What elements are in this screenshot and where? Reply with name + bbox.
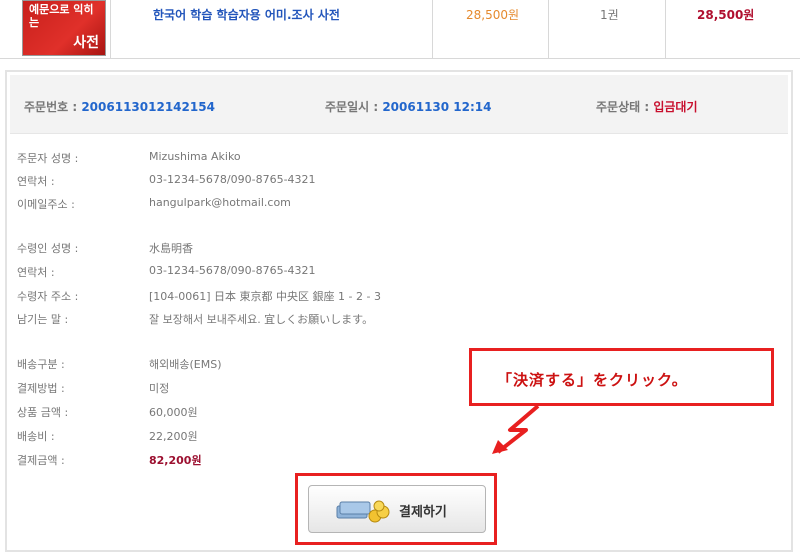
- instruction-text: 「決済する」をクリック。: [497, 371, 688, 389]
- goods-amount-label: 상품 금액 :: [17, 406, 69, 419]
- divider: [665, 0, 666, 58]
- recipient-name-label: 수령인 성명 :: [17, 242, 79, 255]
- pay-button[interactable]: 결제하기: [308, 485, 486, 533]
- shipping-fee-label: 배송비 :: [17, 430, 55, 443]
- recipient-address: [104-0061] 日本 東京都 中央区 銀座 1 - 2 - 3: [149, 290, 381, 303]
- order-number: 주문번호 : 20061130121421​54: [24, 98, 215, 115]
- divider: [548, 0, 549, 58]
- payment-method-label: 결제방법 :: [17, 382, 65, 395]
- divider: [110, 0, 111, 58]
- order-date-value: 20061130 12:14: [382, 100, 492, 114]
- product-name-link[interactable]: 한국어 학습 학습자용 어미.조사 사전: [153, 6, 340, 23]
- shipping-type-label: 배송구분 :: [17, 358, 65, 371]
- goods-amount: 60,000원: [149, 406, 198, 419]
- orderer-phone-label: 연락처 :: [17, 175, 55, 188]
- shipping-fee: 22,200원: [149, 430, 198, 443]
- money-icon: [336, 500, 390, 523]
- shipping-type: 해외배송(EMS): [149, 358, 222, 371]
- product-row: 예문으로 익히는 사전 한국어 학습 학습자용 어미.조사 사전 28,500원…: [0, 0, 800, 59]
- recipient-phone-label: 연락처 :: [17, 266, 55, 279]
- recipient-phone: 03-1234-5678/090-8765-4321: [149, 264, 316, 277]
- total-amount-label: 결제금액 :: [17, 454, 65, 467]
- thumbnail-text: 예문으로 익히는: [29, 3, 94, 29]
- order-status-value: 입금대기: [653, 100, 698, 114]
- total-amount: 82,200원: [149, 454, 202, 467]
- thumbnail-text: 사전: [73, 35, 99, 51]
- order-status-label: 주문상태 :: [596, 100, 650, 114]
- payment-method: 미정: [149, 382, 170, 395]
- recipient-message-label: 남기는 말 :: [17, 313, 69, 326]
- line-total: 28,500원: [697, 8, 755, 22]
- recipient-name: 水島明香: [149, 242, 193, 255]
- arrow-icon: [492, 404, 540, 454]
- orderer-email-label: 이메일주소 :: [17, 198, 75, 211]
- orderer-name-label: 주문자 성명 :: [17, 152, 79, 165]
- order-status: 주문상태 : 입금대기: [596, 98, 698, 115]
- product-thumbnail[interactable]: 예문으로 익히는 사전: [22, 0, 106, 56]
- order-date: 주문일시 : 20061130 12:14: [325, 98, 492, 115]
- pay-button-label: 결제하기: [399, 505, 447, 520]
- orderer-phone: 03-1234-5678/090-8765-4321: [149, 173, 316, 186]
- order-number-label: 주문번호 :: [24, 100, 78, 114]
- order-date-label: 주문일시 :: [325, 100, 379, 114]
- order-number-value: 20061130121421​54: [81, 100, 215, 114]
- recipient-message: 잘 보장해서 보내주세요. 宜しくお願いします。: [149, 313, 374, 326]
- recipient-address-label: 수령자 주소 :: [17, 290, 79, 303]
- pay-button-highlight: 결제하기: [295, 473, 497, 545]
- orderer-email: hangulpark@hotmail.com: [149, 196, 291, 209]
- divider: [432, 0, 433, 58]
- instruction-callout: 「決済する」をクリック。: [469, 348, 774, 406]
- orderer-name: Mizushima Akiko: [149, 150, 241, 163]
- quantity: 1권: [600, 8, 619, 22]
- unit-price: 28,500원: [466, 8, 520, 22]
- order-summary-bar: 주문번호 : 20061130121421​54 주문일시 : 20061130…: [10, 75, 788, 134]
